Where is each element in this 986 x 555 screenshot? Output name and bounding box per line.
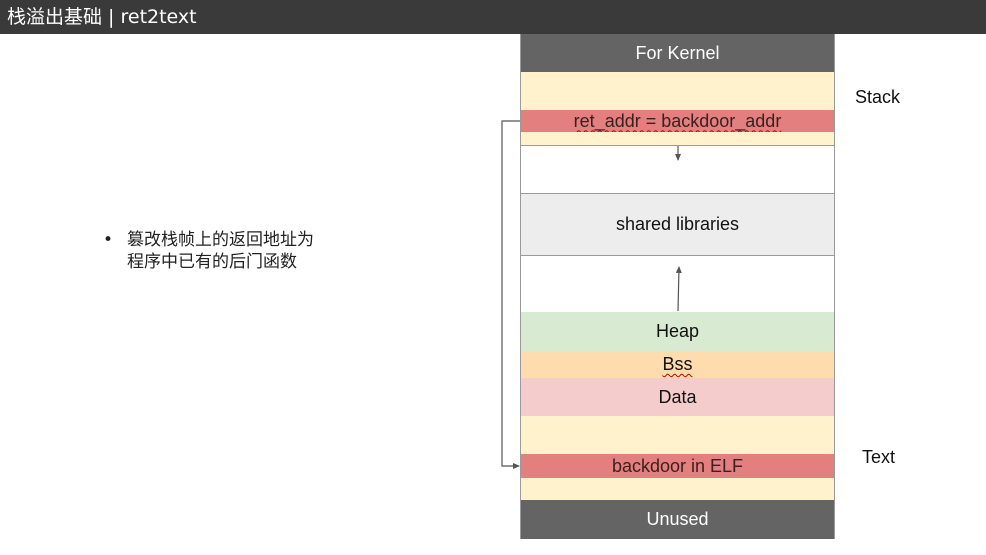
arrows-layer <box>501 120 682 469</box>
redirect-arrow <box>501 120 520 469</box>
heap-grows-up-arrow <box>675 266 682 312</box>
